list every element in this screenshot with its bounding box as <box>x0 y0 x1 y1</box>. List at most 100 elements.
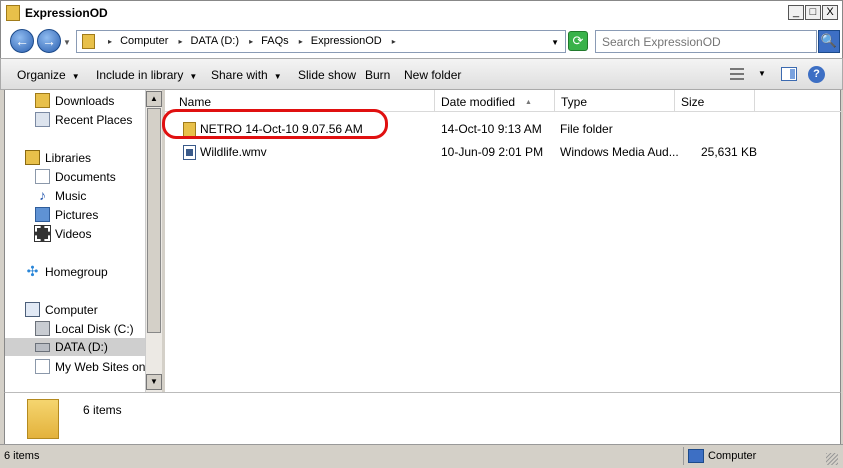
nav-item-label: My Web Sites on M <box>55 360 146 374</box>
column-header-row: Name Date modified ▲ Type Size <box>165 90 841 112</box>
downloads-folder-icon <box>35 93 50 108</box>
file-date: 10-Jun-09 2:01 PM <box>441 145 544 159</box>
column-header-name[interactable]: Name <box>165 90 435 112</box>
file-size: 25,631 KB <box>701 145 758 159</box>
nav-item-label: Documents <box>55 170 116 184</box>
scroll-up-icon[interactable]: ▲ <box>146 91 162 107</box>
nav-item-homegroup[interactable]: ✣ Homegroup <box>25 263 145 281</box>
table-row[interactable]: NETRO 14-Oct-10 9.07.56 AM 14-Oct-10 9:1… <box>162 109 841 141</box>
breadcrumb-item-faqs[interactable]: FAQs <box>261 35 289 47</box>
nav-item-label: Videos <box>55 227 92 241</box>
preview-pane-icon[interactable] <box>781 67 797 81</box>
chevron-down-icon[interactable]: ▼ <box>551 38 559 47</box>
nav-item-libraries[interactable]: Libraries <box>25 149 145 167</box>
column-header-size[interactable]: Size <box>675 90 755 112</box>
sort-ascending-icon: ▲ <box>525 99 532 106</box>
file-name[interactable]: NETRO 14-Oct-10 9.07.56 AM <box>200 122 363 136</box>
share-with-label: Share with <box>211 68 268 82</box>
minimize-button[interactable]: _ <box>788 5 804 20</box>
nav-item-documents[interactable]: Documents <box>35 168 145 186</box>
column-header-date-modified[interactable]: Date modified ▲ <box>435 90 555 112</box>
music-icon: ♪ <box>39 187 46 203</box>
nav-item-label: DATA (D:) <box>55 340 108 354</box>
chevron-down-icon: ▼ <box>71 72 80 81</box>
breadcrumb-item-expressionod[interactable]: ExpressionOD <box>311 35 382 47</box>
recent-places-icon <box>35 112 50 127</box>
nav-item-pictures[interactable]: Pictures <box>35 206 145 224</box>
nav-item-local-disk[interactable]: Local Disk (C:) <box>35 320 145 338</box>
include-in-library-button[interactable]: Include in library ▼ <box>96 68 197 82</box>
column-header-type[interactable]: Type <box>555 90 675 112</box>
details-pane: 6 items <box>4 392 841 444</box>
file-type: Windows Media Aud... <box>560 145 679 159</box>
nav-item-label: Pictures <box>55 208 99 222</box>
libraries-icon <box>25 150 40 165</box>
burn-button[interactable]: Burn <box>365 68 390 82</box>
chevron-down-icon: ▼ <box>273 72 282 81</box>
search-box[interactable] <box>595 30 817 53</box>
search-icon[interactable]: 🔍 <box>818 30 840 53</box>
file-list: Name Date modified ▲ Type Size NETRO 14-O… <box>162 90 841 392</box>
item-count: 6 items <box>83 403 122 417</box>
address-bar[interactable]: ▸ Computer ▸ DATA (D:) ▸ FAQs ▸ Expressi… <box>76 30 566 53</box>
forward-button[interactable]: → <box>37 29 61 53</box>
nav-item-videos[interactable]: Videos <box>34 225 145 243</box>
nav-item-computer[interactable]: Computer <box>25 301 145 319</box>
folder-icon <box>6 5 20 21</box>
nav-item-downloads[interactable]: Downloads <box>35 92 145 110</box>
chevron-right-icon[interactable]: ▸ <box>249 37 253 46</box>
chevron-down-icon[interactable]: ▼ <box>758 69 766 78</box>
recent-pages-dropdown-icon[interactable]: ▼ <box>63 38 71 47</box>
breadcrumb-item-data-drive[interactable]: DATA (D:) <box>191 35 239 47</box>
close-button[interactable]: X <box>822 5 838 20</box>
nav-item-my-web-sites[interactable]: My Web Sites on M <box>35 358 146 376</box>
share-with-button[interactable]: Share with ▼ <box>211 68 282 82</box>
nav-item-label: Libraries <box>45 151 92 165</box>
back-button[interactable]: ← <box>10 29 34 53</box>
pictures-icon <box>35 207 50 222</box>
window-title: ExpressionOD <box>25 6 108 20</box>
nav-item-label: Local Disk (C:) <box>55 322 134 336</box>
resize-grip-icon[interactable] <box>826 453 838 465</box>
table-row[interactable]: Wildlife.wmv 10-Jun-09 2:01 PM Windows M… <box>165 142 841 164</box>
file-type: File folder <box>560 122 613 136</box>
folder-icon <box>82 34 95 49</box>
chevron-down-icon: ▼ <box>189 72 198 81</box>
nav-item-recent-places[interactable]: Recent Places <box>35 111 145 129</box>
file-name[interactable]: Wildlife.wmv <box>200 145 267 159</box>
videos-icon <box>34 225 51 242</box>
folder-icon <box>183 122 196 137</box>
include-in-library-label: Include in library <box>96 68 184 82</box>
nav-item-label: Music <box>55 189 87 203</box>
help-icon[interactable]: ? <box>808 66 825 83</box>
chevron-right-icon[interactable]: ▸ <box>299 37 303 46</box>
search-input[interactable] <box>596 31 816 52</box>
organize-label: Organize <box>17 68 66 82</box>
status-bar: 6 items Computer <box>0 444 843 468</box>
scrollbar-thumb[interactable] <box>147 108 161 333</box>
wmv-file-icon <box>183 145 196 160</box>
chevron-right-icon[interactable]: ▸ <box>392 37 396 46</box>
maximize-button[interactable]: □ <box>805 5 821 20</box>
computer-icon <box>25 302 40 317</box>
nav-item-music[interactable]: ♪ Music <box>35 187 145 205</box>
nav-item-label: Downloads <box>55 94 115 108</box>
chevron-right-icon[interactable]: ▸ <box>178 37 182 46</box>
organize-button[interactable]: Organize ▼ <box>17 68 80 82</box>
nav-item-data-drive[interactable]: DATA (D:) <box>5 338 146 356</box>
refresh-button[interactable]: ⟳ <box>568 31 588 51</box>
status-location: Computer <box>708 450 757 462</box>
chevron-right-icon[interactable]: ▸ <box>108 37 112 46</box>
file-date: 14-Oct-10 9:13 AM <box>441 122 542 136</box>
nav-item-label: Recent Places <box>55 113 133 127</box>
change-view-icon[interactable] <box>730 68 744 80</box>
navigation-pane: Downloads Recent Places Libraries Docume… <box>4 90 162 392</box>
breadcrumb-item-computer[interactable]: Computer <box>120 35 168 47</box>
scroll-down-icon[interactable]: ▼ <box>146 374 162 390</box>
column-header-label: Date modified <box>441 95 516 109</box>
nav-item-label: Computer <box>45 303 98 317</box>
new-folder-button[interactable]: New folder <box>404 68 461 82</box>
navigation-scrollbar[interactable]: ▲ ▼ <box>145 90 162 392</box>
slide-show-button[interactable]: Slide show <box>298 68 356 82</box>
web-sites-icon <box>35 359 50 374</box>
